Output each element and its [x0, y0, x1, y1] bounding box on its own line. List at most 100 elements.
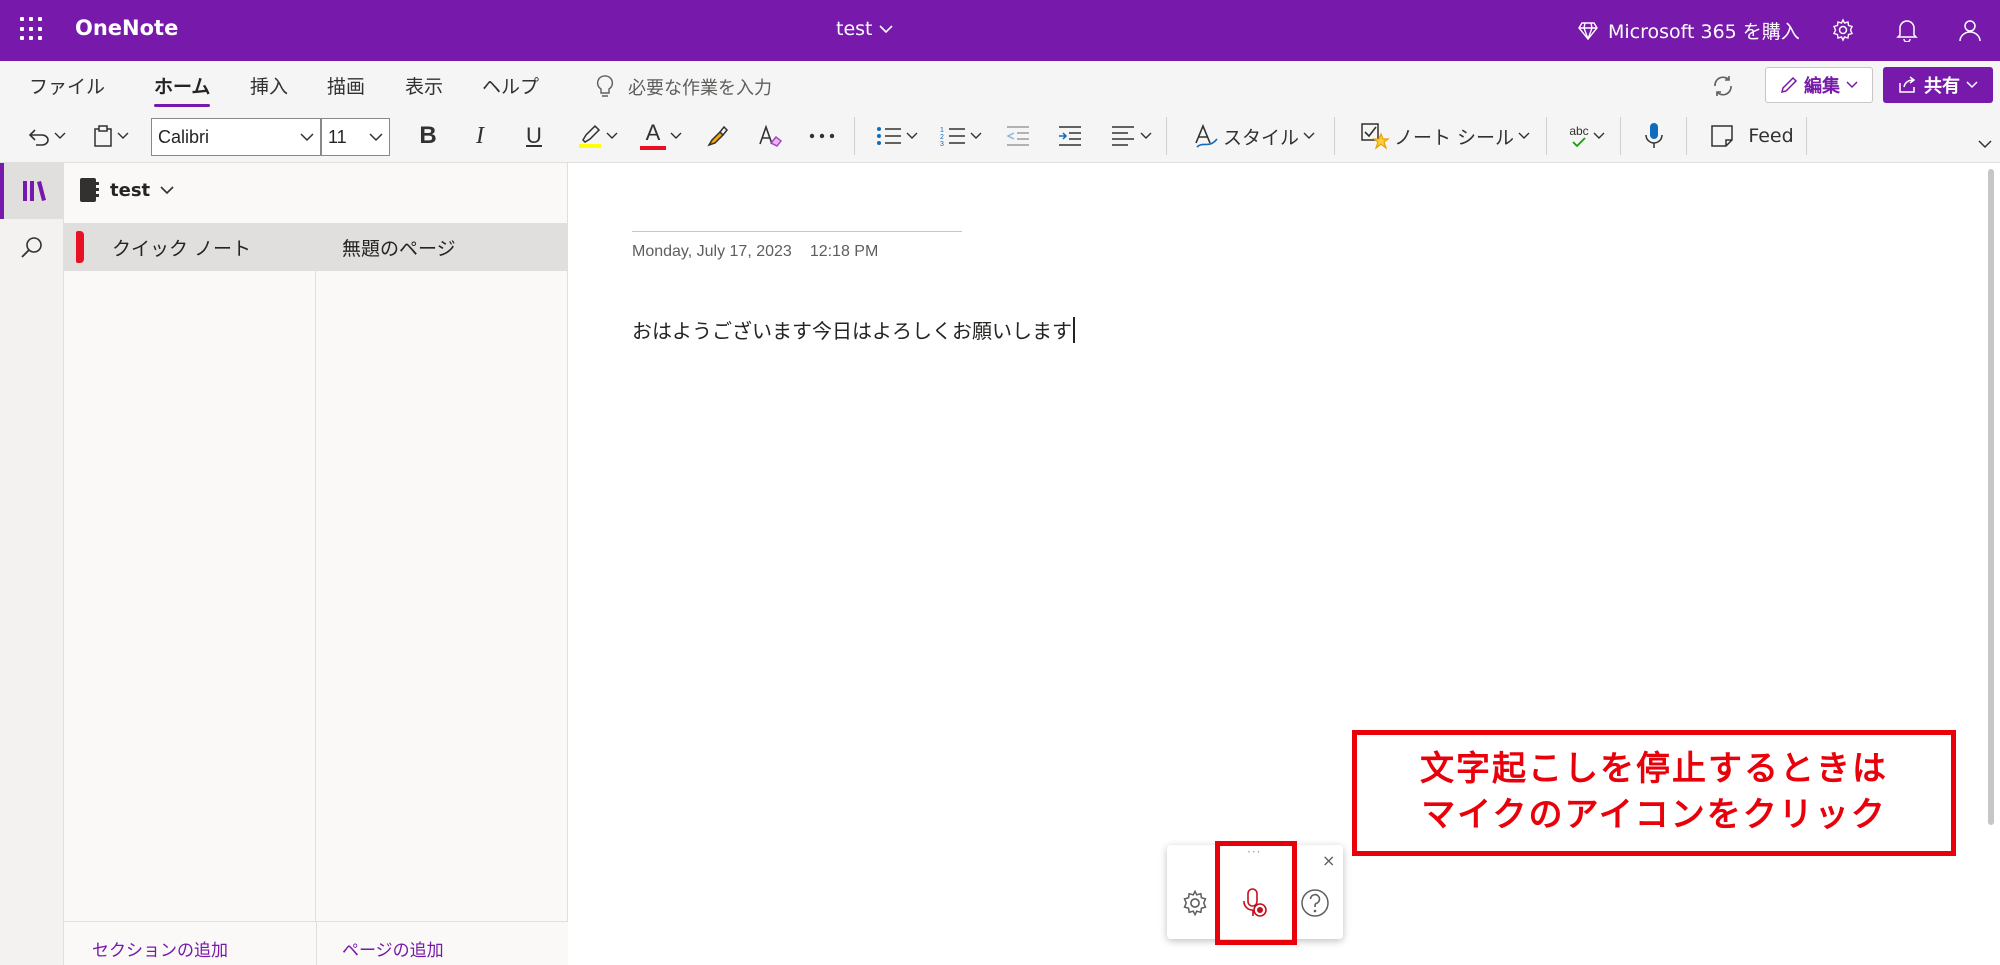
chevron-down-icon: [1518, 132, 1530, 139]
align-left-icon: [1112, 126, 1134, 146]
font-size-select[interactable]: 11: [321, 118, 390, 156]
font-color-button[interactable]: A: [636, 118, 686, 154]
dictation-close-button[interactable]: ×: [1322, 851, 1335, 870]
notebook-switcher[interactable]: test: [78, 177, 174, 203]
tab-insert[interactable]: 挿入: [250, 72, 288, 99]
svg-text:1: 1: [940, 127, 944, 134]
tag-checkbox-star-icon: [1361, 123, 1390, 150]
chevron-down-icon: [1966, 81, 1978, 89]
font-name-select[interactable]: Calibri: [151, 118, 321, 156]
ribbon-divider: [1620, 117, 1621, 155]
highlighter-icon: [579, 124, 601, 148]
spelling-icon-text: abc: [1569, 124, 1589, 138]
undo-button[interactable]: [22, 118, 72, 154]
sync-icon[interactable]: [1708, 71, 1738, 101]
dictation-help-button[interactable]: [1297, 885, 1333, 921]
edit-mode-label: 編集: [1804, 76, 1840, 97]
tell-me-search[interactable]: 必要な作業を入力: [596, 74, 772, 100]
note-body-text[interactable]: おはようございます今日はよろしくお願いします: [632, 315, 1075, 344]
page-datetime: Monday, July 17, 2023 12:18 PM: [632, 243, 878, 261]
increase-indent-icon: [1059, 126, 1081, 146]
document-title[interactable]: test: [836, 18, 893, 40]
chevron-down-icon: [970, 132, 982, 139]
share-label: 共有: [1924, 76, 1960, 97]
left-navigation-rail: [0, 163, 64, 965]
home-ribbon: Calibri 11 B I U A 123 スタイル ノート シール abc …: [0, 109, 2000, 163]
app-name[interactable]: OneNote: [75, 16, 178, 40]
svg-text:2: 2: [940, 134, 944, 141]
page-title-field[interactable]: [632, 231, 962, 232]
edit-mode-button[interactable]: 編集: [1765, 67, 1873, 103]
text-cursor: [1073, 317, 1075, 343]
search-icon: [21, 237, 42, 258]
chevron-down-icon: [606, 132, 618, 139]
clipboard-button[interactable]: [86, 118, 136, 154]
tab-view[interactable]: 表示: [405, 72, 443, 99]
dictation-settings-button[interactable]: [1177, 885, 1213, 921]
buy-microsoft-365-label: Microsoft 365 を購入: [1608, 21, 1800, 43]
page-item-untitled[interactable]: 無題のページ: [316, 223, 568, 271]
ribbon-divider: [854, 117, 855, 155]
note-tags-label: ノート シール: [1393, 126, 1515, 149]
more-horizontal-icon: [809, 133, 835, 139]
font-size-value: 11: [328, 126, 347, 147]
bullet-list-button[interactable]: [872, 118, 922, 154]
search-nav-button[interactable]: [0, 219, 64, 275]
ribbon-divider: [1546, 117, 1547, 155]
pane-footer: セクションの追加 ページの追加: [64, 921, 568, 965]
format-painter-button[interactable]: [700, 118, 736, 154]
dictate-button[interactable]: [1636, 118, 1672, 154]
decrease-indent-button[interactable]: [1000, 118, 1036, 154]
tab-help[interactable]: ヘルプ: [482, 72, 539, 99]
callout-line-2: マイクのアイコンをクリック: [1421, 795, 1887, 835]
styles-button[interactable]: スタイル: [1184, 118, 1324, 154]
share-icon: [1899, 76, 1916, 93]
paragraph-alignment-button[interactable]: [1106, 118, 1156, 154]
settings-gear-icon[interactable]: [1829, 16, 1857, 44]
note-tags-button[interactable]: ノート シール: [1350, 118, 1540, 154]
diamond-icon: [1578, 21, 1598, 40]
format-painter-icon: [707, 125, 729, 147]
add-section-link[interactable]: セクションの追加: [92, 936, 228, 961]
tab-file[interactable]: ファイル: [29, 72, 105, 99]
tab-home[interactable]: ホーム: [154, 72, 211, 107]
underline-button[interactable]: U: [516, 118, 552, 154]
section-label: クイック ノート: [112, 237, 252, 260]
chevron-down-icon: [670, 132, 682, 139]
clear-formatting-button[interactable]: [752, 118, 788, 154]
chevron-down-icon: [300, 133, 314, 142]
section-item-quick-notes[interactable]: クイック ノート: [64, 223, 316, 271]
vertical-scrollbar[interactable]: [1988, 169, 1994, 825]
numbered-list-button[interactable]: 123: [936, 118, 986, 154]
italic-button[interactable]: I: [462, 118, 498, 154]
notebooks-nav-button[interactable]: [0, 163, 64, 219]
ribbon-expand-chevron-icon[interactable]: [1978, 139, 1992, 149]
feed-label: Feed: [1748, 125, 1794, 147]
notebook-name: test: [110, 179, 151, 201]
page-label: 無題のページ: [342, 237, 456, 260]
increase-indent-button[interactable]: [1052, 118, 1088, 154]
bullet-list-icon: [877, 127, 901, 145]
feed-button[interactable]: Feed: [1702, 118, 1802, 154]
footer-divider: [316, 922, 317, 965]
callout-line-1: 文字起こしを停止するときは: [1420, 749, 1888, 790]
account-person-icon[interactable]: [1956, 16, 1984, 44]
app-launcher-icon[interactable]: [20, 17, 44, 41]
note-body-content: おはようございます今日はよろしくお願いします: [632, 319, 1072, 343]
chevron-down-icon: [54, 132, 66, 139]
spelling-button[interactable]: abc: [1562, 118, 1612, 154]
pencil-icon: [1780, 76, 1798, 94]
add-page-link[interactable]: ページの追加: [342, 936, 444, 961]
highlight-color-button[interactable]: [572, 118, 624, 154]
clipboard-icon: [94, 125, 112, 147]
chevron-down-icon: [906, 132, 918, 139]
document-title-text: test: [836, 18, 873, 40]
chevron-down-icon: [117, 132, 129, 139]
pages-list: 無題のページ: [316, 223, 568, 965]
tab-draw[interactable]: 描画: [327, 72, 365, 99]
share-button[interactable]: 共有: [1883, 67, 1993, 103]
notifications-bell-icon[interactable]: [1893, 16, 1921, 44]
more-options-button[interactable]: [804, 118, 840, 154]
bold-button[interactable]: B: [410, 118, 446, 154]
buy-microsoft-365-button[interactable]: Microsoft 365 を購入: [1578, 17, 1800, 44]
